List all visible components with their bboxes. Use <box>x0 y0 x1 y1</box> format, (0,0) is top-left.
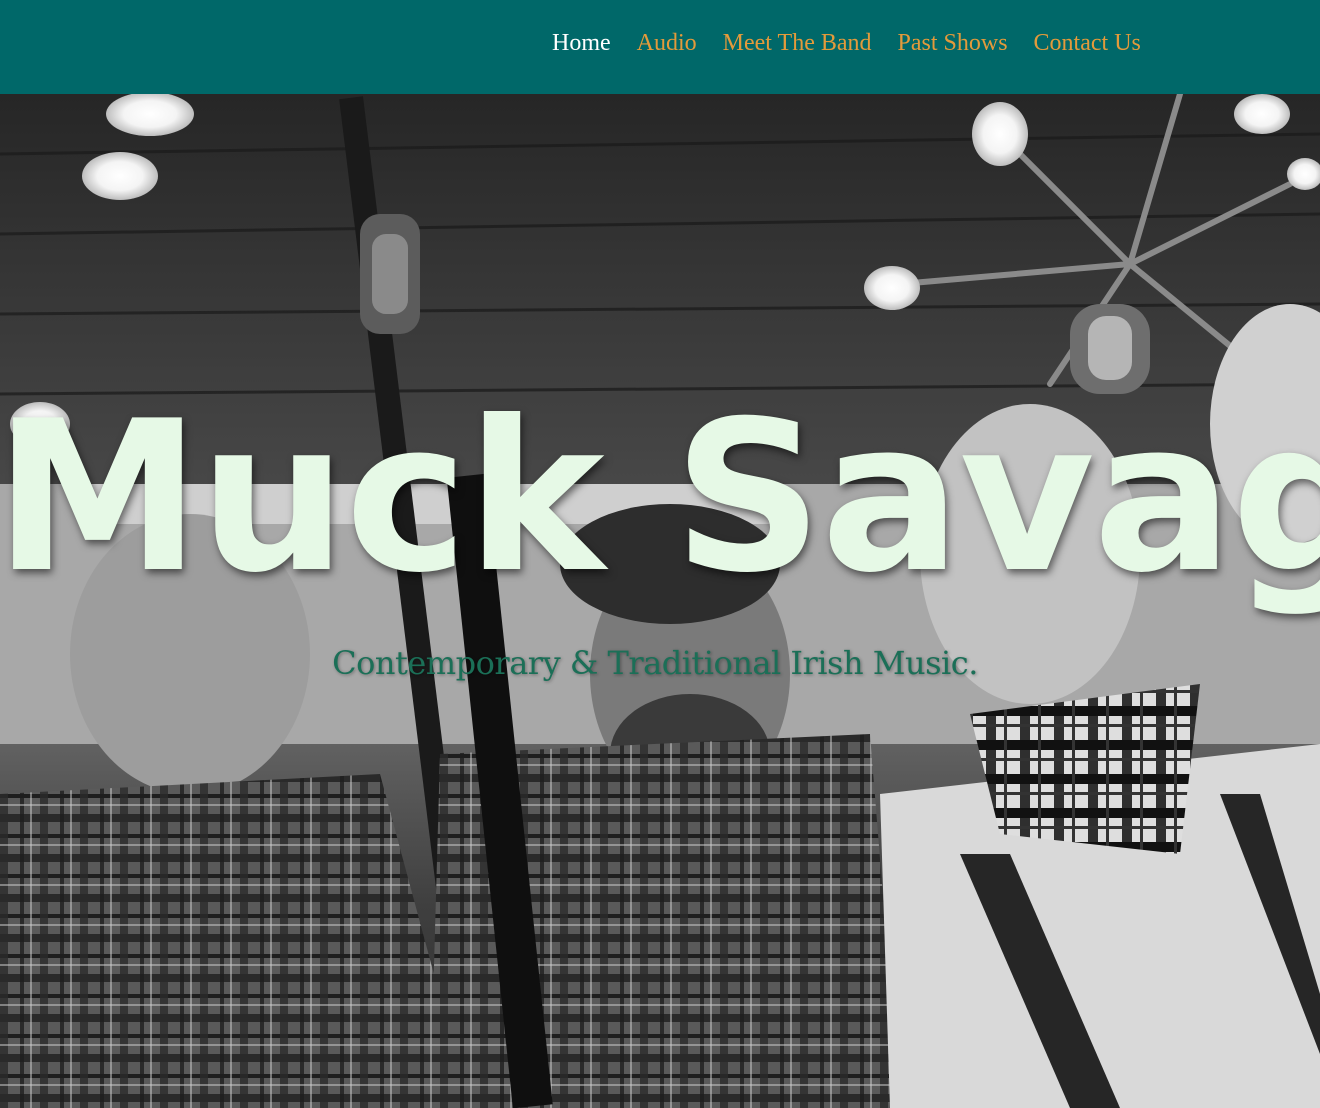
nav-meet-the-band[interactable]: Meet The Band <box>723 30 872 57</box>
hero-section: Muck Savage Contemporary & Traditional I… <box>0 94 1320 1108</box>
hero-subtitle: Contemporary & Traditional Irish Music. <box>332 644 978 682</box>
nav-contact-us[interactable]: Contact Us <box>1034 30 1141 57</box>
nav-home[interactable]: Home <box>552 30 611 57</box>
nav-past-shows[interactable]: Past Shows <box>898 30 1008 57</box>
hero-title: Muck Savage <box>0 377 1320 619</box>
nav-audio[interactable]: Audio <box>637 30 697 57</box>
main-nav: Home Audio Meet The Band Past Shows Cont… <box>552 0 1141 86</box>
site-header: Home Audio Meet The Band Past Shows Cont… <box>0 0 1320 94</box>
